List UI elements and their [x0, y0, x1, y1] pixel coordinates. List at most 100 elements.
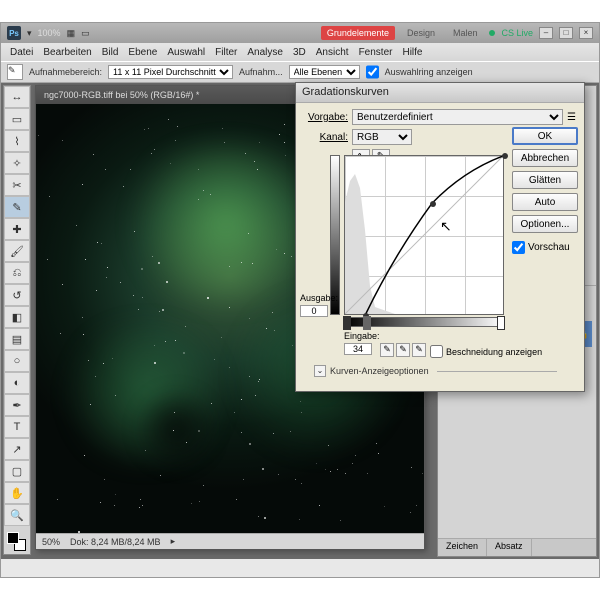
smooth-button[interactable]: Glätten — [512, 171, 578, 189]
channel-label: Kanal: — [304, 132, 348, 143]
star — [142, 297, 143, 298]
type-tool[interactable]: T — [4, 416, 30, 438]
sample-layers-select[interactable]: Alle Ebenen — [289, 65, 360, 79]
menu-datei[interactable]: Datei — [5, 47, 38, 58]
expand-chevron-icon[interactable]: ⌄ — [314, 365, 326, 377]
screen-icon[interactable]: ▭ — [81, 28, 90, 39]
preset-menu-icon[interactable]: ☰ — [567, 112, 576, 123]
menu-bild[interactable]: Bild — [97, 47, 124, 58]
show-ring-checkbox[interactable] — [366, 65, 379, 79]
star — [337, 469, 338, 470]
status-arrow-icon[interactable]: ▸ — [171, 536, 176, 547]
curve-point-mid[interactable] — [430, 201, 436, 207]
shape-tool[interactable]: ▢ — [4, 460, 30, 482]
hand-tool[interactable]: ✋ — [4, 482, 30, 504]
dodge-tool[interactable]: ◐ — [4, 372, 30, 394]
color-swatches[interactable] — [4, 530, 30, 554]
curve-point-highlight[interactable] — [502, 153, 508, 159]
star — [234, 412, 235, 413]
zoom-level[interactable]: 100% — [38, 28, 61, 38]
eyedropper-tool[interactable]: ✎ — [4, 196, 30, 218]
status-zoom[interactable]: 50% — [42, 537, 60, 547]
cancel-button[interactable]: Abbrechen — [512, 149, 578, 167]
gray-eyedropper-icon[interactable]: ✎ — [396, 343, 410, 357]
star — [76, 225, 77, 226]
preview-checkbox[interactable] — [512, 241, 525, 254]
black-point-slider[interactable] — [343, 316, 351, 330]
white-eyedropper-icon[interactable]: ✎ — [412, 343, 426, 357]
star — [258, 381, 259, 382]
star — [416, 505, 417, 506]
star — [62, 140, 63, 141]
eraser-tool[interactable]: ◧ — [4, 306, 30, 328]
lasso-tool[interactable]: ⌇ — [4, 130, 30, 152]
foreground-color[interactable] — [7, 532, 19, 544]
star — [411, 467, 412, 468]
auto-button[interactable]: Auto — [512, 193, 578, 211]
star — [259, 142, 260, 143]
stamp-tool[interactable]: ⎌ — [4, 262, 30, 284]
menu-fenster[interactable]: Fenster — [354, 47, 398, 58]
curves-graph[interactable] — [344, 155, 504, 315]
star — [170, 163, 171, 164]
star — [104, 479, 105, 480]
clipping-checkbox[interactable] — [430, 345, 443, 358]
black-eyedropper-icon[interactable]: ✎ — [380, 343, 394, 357]
star — [249, 376, 250, 377]
menu-bearbeiten[interactable]: Bearbeiten — [38, 47, 96, 58]
heal-tool[interactable]: ✚ — [4, 218, 30, 240]
white-point-slider[interactable] — [497, 316, 505, 330]
menu-ansicht[interactable]: Ansicht — [311, 47, 354, 58]
bottom-panel-tabs: Zeichen Absatz — [438, 538, 596, 556]
input-field[interactable] — [344, 343, 372, 355]
star — [85, 259, 86, 260]
ok-button[interactable]: OK — [512, 127, 578, 145]
menu-analyse[interactable]: Analyse — [242, 47, 288, 58]
marquee-tool[interactable]: ▭ — [4, 108, 30, 130]
preset-select[interactable]: Benutzerdefiniert — [352, 109, 563, 125]
crop-tool[interactable]: ✂ — [4, 174, 30, 196]
pen-tool[interactable]: ✒ — [4, 394, 30, 416]
star — [266, 328, 267, 329]
gradient-tool[interactable]: ▤ — [4, 328, 30, 350]
maximize-button[interactable]: □ — [559, 27, 573, 39]
display-options-label[interactable]: Kurven-Anzeigeoptionen — [330, 366, 429, 376]
history-brush-tool[interactable]: ↺ — [4, 284, 30, 306]
output-field[interactable] — [300, 305, 328, 317]
channel-select[interactable]: RGB — [352, 129, 412, 145]
workspace-tab-paint[interactable]: Malen — [447, 26, 484, 40]
view-icon[interactable]: ▦ — [67, 28, 76, 39]
star — [114, 505, 115, 506]
star — [241, 262, 242, 263]
minimize-button[interactable]: – — [539, 27, 553, 39]
tab-zeichen[interactable]: Zeichen — [438, 539, 487, 556]
menu-auswahl[interactable]: Auswahl — [162, 47, 210, 58]
toolbar-divider: ▾ — [27, 28, 32, 39]
move-tool[interactable]: ↔ — [4, 86, 30, 108]
sample-size-select[interactable]: 11 x 11 Pixel Durchschnitt — [108, 65, 233, 79]
menu-filter[interactable]: Filter — [210, 47, 242, 58]
star — [278, 474, 279, 475]
options-button[interactable]: Optionen... — [512, 215, 578, 233]
blur-tool[interactable]: ○ — [4, 350, 30, 372]
dialog-titlebar[interactable]: Gradationskurven — [296, 83, 584, 103]
close-button[interactable]: × — [579, 27, 593, 39]
menu-hilfe[interactable]: Hilfe — [397, 47, 427, 58]
star — [211, 403, 212, 404]
tab-absatz[interactable]: Absatz — [487, 539, 532, 556]
brush-tool[interactable]: 🖌 — [4, 240, 30, 262]
menu-ebene[interactable]: Ebene — [123, 47, 162, 58]
star — [148, 128, 149, 129]
eyedropper-icon[interactable]: ✎ — [7, 64, 23, 80]
cslive-menu[interactable]: CS Live — [501, 28, 533, 38]
path-tool[interactable]: ↗ — [4, 438, 30, 460]
wand-tool[interactable]: ✧ — [4, 152, 30, 174]
star — [252, 263, 253, 264]
star — [291, 256, 292, 257]
menu-3d[interactable]: 3D — [288, 47, 311, 58]
star — [183, 352, 185, 354]
workspace-tab-design[interactable]: Design — [401, 26, 441, 40]
workspace-tab-active[interactable]: Grundelemente — [321, 26, 395, 40]
zoom-tool[interactable]: 🔍 — [4, 504, 30, 526]
input-slider[interactable] — [363, 316, 371, 330]
